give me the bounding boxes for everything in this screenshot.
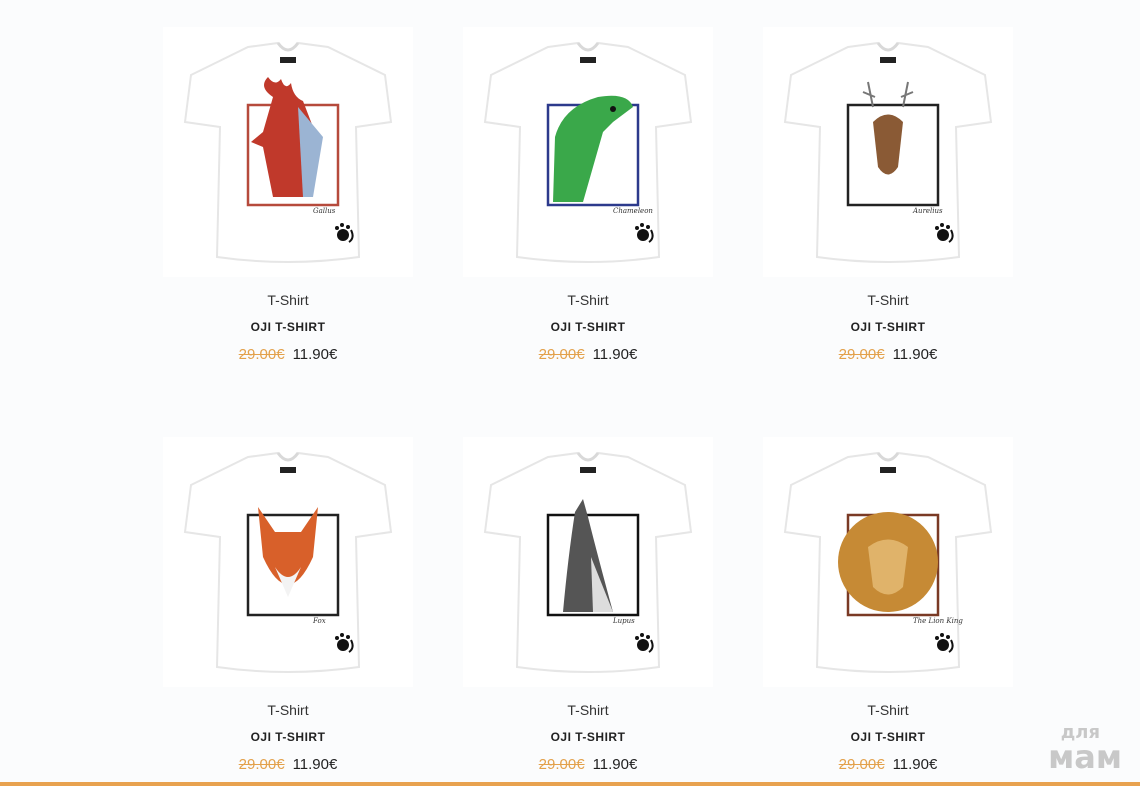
- product-price: 29.00€ 11.90€: [163, 755, 413, 775]
- bottom-accent-bar: [0, 782, 1140, 786]
- product-name[interactable]: OJI T-SHIRT: [463, 729, 713, 745]
- product-name[interactable]: OJI T-SHIRT: [463, 319, 713, 335]
- product-category: T-Shirt: [567, 702, 609, 718]
- old-price: 29.00€: [538, 346, 585, 363]
- product-category: T-Shirt: [867, 702, 909, 718]
- watermark-line2: мам: [1048, 738, 1122, 776]
- product-category: T-Shirt: [567, 292, 609, 308]
- tshirt-image: Aurelius: [783, 41, 993, 263]
- product-price: 29.00€ 11.90€: [763, 755, 1013, 775]
- old-price: 29.00€: [838, 346, 885, 363]
- sale-price: 11.90€: [892, 756, 938, 773]
- sale-price: 11.90€: [292, 756, 338, 773]
- label-tag-icon: [580, 57, 596, 63]
- old-price: 29.00€: [538, 756, 585, 773]
- product-name[interactable]: OJI T-SHIRT: [163, 729, 413, 745]
- art-signature: The Lion King: [913, 617, 963, 625]
- sale-price: 11.90€: [592, 346, 638, 363]
- product-category: T-Shirt: [267, 292, 309, 308]
- sale-price: 11.90€: [592, 756, 638, 773]
- product-category: T-Shirt: [867, 292, 909, 308]
- label-tag-icon: [880, 57, 896, 63]
- product-image[interactable]: Chameleon: [463, 27, 713, 277]
- product-name[interactable]: OJI T-SHIRT: [163, 319, 413, 335]
- tshirt-image: Fox: [183, 451, 393, 673]
- product-image[interactable]: Fox: [163, 437, 413, 687]
- product-name[interactable]: OJI T-SHIRT: [763, 729, 1013, 745]
- product-image[interactable]: The Lion King: [763, 437, 1013, 687]
- old-price: 29.00€: [838, 756, 885, 773]
- product-card-4[interactable]: Fox T-Shirt OJI T-SHIRT 29.00€ 11.90€: [163, 437, 413, 773]
- product-price: 29.00€ 11.90€: [463, 345, 713, 365]
- product-name[interactable]: OJI T-SHIRT: [763, 319, 1013, 335]
- tshirt-image: The Lion King: [783, 451, 993, 673]
- tshirt-image: Lupus: [483, 451, 693, 673]
- site-watermark: для мам: [1048, 724, 1122, 776]
- old-price: 29.00€: [238, 346, 285, 363]
- label-tag-icon: [280, 57, 296, 63]
- art-signature: Chameleon: [613, 207, 653, 215]
- tshirt-image: Chameleon: [483, 41, 693, 263]
- sale-price: 11.90€: [292, 346, 338, 363]
- product-card-6[interactable]: The Lion King T-Shirt OJI T-SHIRT 29.00€…: [763, 437, 1013, 773]
- product-card-3[interactable]: Aurelius T-Shirt OJI T-SHIRT 29.00€ 11.90…: [763, 27, 1013, 363]
- art-signature: Gallus: [313, 207, 336, 215]
- lion-art-icon: [838, 512, 938, 612]
- tshirt-image: Gallus: [183, 41, 393, 263]
- old-price: 29.00€: [238, 756, 285, 773]
- product-card-2[interactable]: Chameleon T-Shirt OJI T-SHIRT 29.00€ 11.9…: [463, 27, 713, 363]
- product-category: T-Shirt: [267, 702, 309, 718]
- label-tag-icon: [280, 467, 296, 473]
- art-signature: Fox: [312, 617, 326, 625]
- product-image[interactable]: Lupus: [463, 437, 713, 687]
- product-card-1[interactable]: Gallus T-Shirt OJI T-SHIRT 29.00€ 11.90€: [163, 27, 413, 363]
- label-tag-icon: [580, 467, 596, 473]
- art-signature: Lupus: [612, 617, 635, 625]
- sale-price: 11.90€: [892, 346, 938, 363]
- label-tag-icon: [880, 467, 896, 473]
- art-signature: Aurelius: [912, 207, 943, 215]
- product-price: 29.00€ 11.90€: [463, 755, 713, 775]
- product-grid: Gallus T-Shirt OJI T-SHIRT 29.00€ 11.90€: [163, 27, 1013, 773]
- product-price: 29.00€ 11.90€: [163, 345, 413, 365]
- product-image[interactable]: Gallus: [163, 27, 413, 277]
- product-price: 29.00€ 11.90€: [763, 345, 1013, 365]
- product-image[interactable]: Aurelius: [763, 27, 1013, 277]
- product-card-5[interactable]: Lupus T-Shirt OJI T-SHIRT 29.00€ 11.90€: [463, 437, 713, 773]
